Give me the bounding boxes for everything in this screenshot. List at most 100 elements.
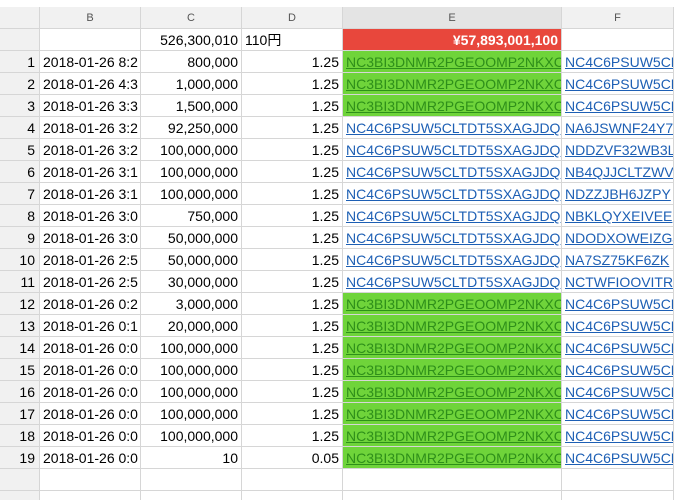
timestamp-cell[interactable]: 2018-01-26 0:0 xyxy=(40,425,141,447)
counterparty-link-cell[interactable]: NC4C6PSUW5CLTDT5SXAGJDQ xyxy=(562,381,674,403)
counterparty-link-cell[interactable]: NA6JSWNF24Y7 xyxy=(562,117,674,139)
counterparty-link-cell[interactable]: NB4QJJCLTZWV xyxy=(562,161,674,183)
row-number[interactable]: 6 xyxy=(0,161,40,183)
empty-cell[interactable] xyxy=(0,469,40,491)
row-number[interactable]: 2 xyxy=(0,73,40,95)
counterparty-link-cell[interactable]: NDDZVF32WB3L xyxy=(562,139,674,161)
rate-cell[interactable]: 0.05 xyxy=(242,447,343,469)
amount-cell[interactable]: 3,000,000 xyxy=(141,293,242,315)
address-link-cell[interactable]: NC3BI3DNMR2PGEOOMP2NKXC xyxy=(343,73,562,95)
column-header-d[interactable]: D xyxy=(242,7,343,29)
address-link-cell[interactable]: NC4C6PSUW5CLTDT5SXAGJDQ xyxy=(343,227,562,249)
rate-cell[interactable]: 1.25 xyxy=(242,293,343,315)
amount-cell[interactable]: 20,000,000 xyxy=(141,315,242,337)
summary-cell-b[interactable] xyxy=(40,29,141,51)
rate-cell[interactable]: 1.25 xyxy=(242,403,343,425)
counterparty-link-cell[interactable]: NCTWFIOOVITR xyxy=(562,271,674,293)
address-link-cell[interactable]: NC3BI3DNMR2PGEOOMP2NKXC xyxy=(343,381,562,403)
row-number[interactable]: 7 xyxy=(0,183,40,205)
row-number[interactable]: 18 xyxy=(0,425,40,447)
amount-cell[interactable]: 50,000,000 xyxy=(141,249,242,271)
rate-cell[interactable]: 1.25 xyxy=(242,249,343,271)
amount-cell[interactable]: 1,500,000 xyxy=(141,95,242,117)
timestamp-cell[interactable]: 2018-01-26 0:0 xyxy=(40,447,141,469)
address-link-cell[interactable]: NC4C6PSUW5CLTDT5SXAGJDQ xyxy=(343,139,562,161)
amount-cell[interactable]: 92,250,000 xyxy=(141,117,242,139)
row-number[interactable]: 16 xyxy=(0,381,40,403)
address-link-cell[interactable]: NC3BI3DNMR2PGEOOMP2NKXC xyxy=(343,293,562,315)
rate-cell[interactable]: 1.25 xyxy=(242,95,343,117)
timestamp-cell[interactable]: 2018-01-26 0:0 xyxy=(40,337,141,359)
row-number[interactable]: 15 xyxy=(0,359,40,381)
rate-cell[interactable]: 1.25 xyxy=(242,381,343,403)
summary-cell-d[interactable]: 110円 xyxy=(242,29,343,51)
counterparty-link-cell[interactable]: NC4C6PSUW5CLTDT5SXAGJDQ xyxy=(562,73,674,95)
rate-cell[interactable]: 1.25 xyxy=(242,205,343,227)
counterparty-link-cell[interactable]: NBKLQYXEIVEE xyxy=(562,205,674,227)
rate-cell[interactable]: 1.25 xyxy=(242,315,343,337)
empty-cell[interactable] xyxy=(0,491,40,500)
column-header-e[interactable]: E xyxy=(343,7,562,29)
column-header-b[interactable]: B xyxy=(40,7,141,29)
summary-cell-c[interactable]: 526,300,010 xyxy=(141,29,242,51)
rate-cell[interactable]: 1.25 xyxy=(242,51,343,73)
amount-cell[interactable]: 750,000 xyxy=(141,205,242,227)
amount-cell[interactable]: 1,000,000 xyxy=(141,73,242,95)
address-link-cell[interactable]: NC4C6PSUW5CLTDT5SXAGJDQ xyxy=(343,271,562,293)
address-link-cell[interactable]: NC3BI3DNMR2PGEOOMP2NKXC xyxy=(343,95,562,117)
row-number[interactable]: 5 xyxy=(0,139,40,161)
address-link-cell[interactable]: NC4C6PSUW5CLTDT5SXAGJDQ xyxy=(343,183,562,205)
amount-cell[interactable]: 10 xyxy=(141,447,242,469)
timestamp-cell[interactable]: 2018-01-26 3:2 xyxy=(40,139,141,161)
timestamp-cell[interactable]: 2018-01-26 3:3 xyxy=(40,95,141,117)
counterparty-link-cell[interactable]: NC4C6PSUW5CLTDT5SXAGJDQ xyxy=(562,95,674,117)
empty-cell[interactable] xyxy=(40,491,141,500)
timestamp-cell[interactable]: 2018-01-26 2:5 xyxy=(40,271,141,293)
counterparty-link-cell[interactable]: NC4C6PSUW5CLTDT5SXAGJDQ xyxy=(562,51,674,73)
counterparty-link-cell[interactable]: NC4C6PSUW5CLTDT5SXAGJDQ xyxy=(562,447,674,469)
address-link-cell[interactable]: NC3BI3DNMR2PGEOOMP2NKXC xyxy=(343,425,562,447)
address-link-cell[interactable]: NC3BI3DNMR2PGEOOMP2NKXC xyxy=(343,403,562,425)
amount-cell[interactable]: 100,000,000 xyxy=(141,403,242,425)
column-header-c[interactable]: C xyxy=(141,7,242,29)
counterparty-link-cell[interactable]: NDODXOWEIZGJ xyxy=(562,227,674,249)
address-link-cell[interactable]: NC4C6PSUW5CLTDT5SXAGJDQ xyxy=(343,117,562,139)
rate-cell[interactable]: 1.25 xyxy=(242,271,343,293)
rate-cell[interactable]: 1.25 xyxy=(242,359,343,381)
counterparty-link-cell[interactable]: NC4C6PSUW5CLTDT5SXAGJDQ xyxy=(562,293,674,315)
rate-cell[interactable]: 1.25 xyxy=(242,161,343,183)
address-link-cell[interactable]: NC3BI3DNMR2PGEOOMP2NKXC xyxy=(343,51,562,73)
counterparty-link-cell[interactable]: NC4C6PSUW5CLTDT5SXAGJDQ xyxy=(562,359,674,381)
empty-cell[interactable] xyxy=(141,491,242,500)
timestamp-cell[interactable]: 2018-01-26 0:0 xyxy=(40,381,141,403)
timestamp-cell[interactable]: 2018-01-26 8:2 xyxy=(40,51,141,73)
counterparty-link-cell[interactable]: NC4C6PSUW5CLTDT5SXAGJDQ xyxy=(562,403,674,425)
rate-cell[interactable]: 1.25 xyxy=(242,139,343,161)
counterparty-link-cell[interactable]: NA7SZ75KF6ZK xyxy=(562,249,674,271)
row-number[interactable]: 19 xyxy=(0,447,40,469)
row-number[interactable]: 1 xyxy=(0,51,40,73)
row-number[interactable]: 10 xyxy=(0,249,40,271)
amount-cell[interactable]: 100,000,000 xyxy=(141,183,242,205)
amount-cell[interactable]: 100,000,000 xyxy=(141,381,242,403)
counterparty-link-cell[interactable]: NDZZJBH6JZPY xyxy=(562,183,674,205)
row-number[interactable]: 4 xyxy=(0,117,40,139)
timestamp-cell[interactable]: 2018-01-26 3:0 xyxy=(40,205,141,227)
address-link-cell[interactable]: NC3BI3DNMR2PGEOOMP2NKXC xyxy=(343,337,562,359)
address-link-cell[interactable]: NC3BI3DNMR2PGEOOMP2NKXC xyxy=(343,447,562,469)
row-number[interactable]: 11 xyxy=(0,271,40,293)
address-link-cell[interactable]: NC4C6PSUW5CLTDT5SXAGJDQ xyxy=(343,205,562,227)
address-link-cell[interactable]: NC4C6PSUW5CLTDT5SXAGJDQ xyxy=(343,161,562,183)
summary-total-cell[interactable]: ¥57,893,001,100 xyxy=(343,29,562,51)
amount-cell[interactable]: 800,000 xyxy=(141,51,242,73)
summary-row-header[interactable] xyxy=(0,29,40,51)
row-number[interactable]: 17 xyxy=(0,403,40,425)
empty-cell[interactable] xyxy=(40,469,141,491)
timestamp-cell[interactable]: 2018-01-26 3:1 xyxy=(40,183,141,205)
amount-cell[interactable]: 30,000,000 xyxy=(141,271,242,293)
counterparty-link-cell[interactable]: NC4C6PSUW5CLTDT5SXAGJDQ xyxy=(562,425,674,447)
row-number[interactable]: 12 xyxy=(0,293,40,315)
row-number[interactable]: 8 xyxy=(0,205,40,227)
timestamp-cell[interactable]: 2018-01-26 0:0 xyxy=(40,403,141,425)
empty-cell[interactable] xyxy=(343,469,562,491)
